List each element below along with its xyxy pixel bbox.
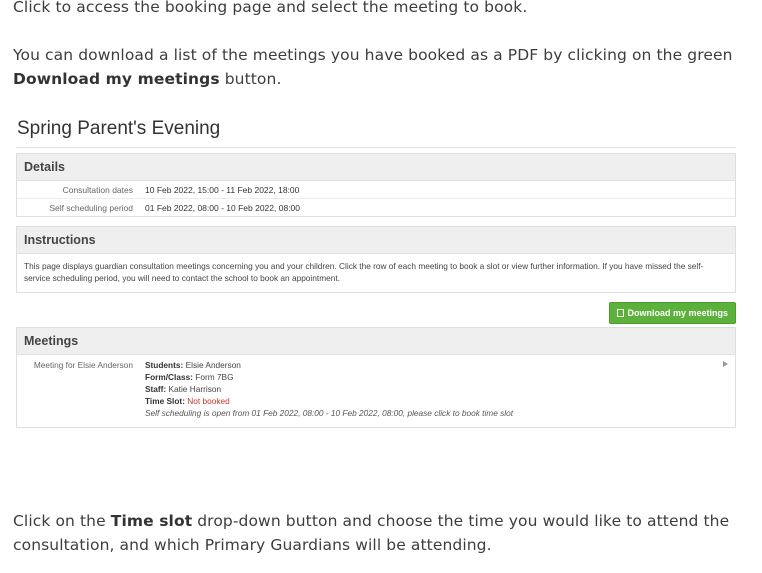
instructions-heading: Instructions: [17, 227, 735, 254]
detail-value: 01 Feb 2022, 08:00 - 10 Feb 2022, 08:00: [145, 202, 301, 213]
meeting-staff: Staff: Katie Harrison: [145, 383, 513, 395]
timeslot-key: Time Slot:: [145, 396, 185, 406]
intro-text: Click to access the booking page and sel…: [13, 0, 528, 16]
download-instruction-text: You can download a list of the meetings …: [13, 43, 753, 91]
download-button-label: Download my meetings: [627, 308, 728, 318]
detail-value: 10 Feb 2022, 15:00 - 11 Feb 2022, 18:00: [145, 184, 300, 195]
meetings-heading: Meetings: [17, 328, 735, 355]
form-value: Form 7BG: [195, 372, 234, 382]
meeting-form: Form/Class: Form 7BG: [145, 371, 513, 383]
instructions-section: Instructions This page displays guardian…: [16, 226, 736, 293]
details-section: Details Consultation dates 10 Feb 2022, …: [16, 153, 736, 217]
time-slot-instruction-text: Click on the Time slot drop-down button …: [13, 509, 753, 557]
detail-row-consultation-dates: Consultation dates 10 Feb 2022, 15:00 - …: [17, 181, 735, 199]
document-icon: [617, 309, 625, 317]
staff-value: Katie Harrison: [168, 384, 222, 394]
download-text-post: button.: [219, 70, 282, 88]
button-row: Download my meetings: [16, 302, 736, 324]
meeting-timeslot: Time Slot: Not booked: [145, 395, 513, 407]
detail-label: Consultation dates: [62, 184, 133, 195]
meeting-row[interactable]: Meeting for Elsie Anderson Students: Els…: [17, 355, 735, 427]
page-title: Spring Parent's Evening: [16, 112, 736, 148]
meeting-students: Students: Elsie Anderson: [145, 359, 513, 371]
bottom-text-bold: Time slot: [110, 512, 193, 530]
detail-label: Self scheduling period: [49, 202, 133, 213]
timeslot-value: Not booked: [187, 396, 230, 406]
download-my-meetings-button[interactable]: Download my meetings: [609, 302, 736, 324]
chevron-right-icon: [723, 361, 728, 367]
meeting-info: Students: Elsie Anderson Form/Class: For…: [145, 359, 513, 419]
download-text-bold: Download my meetings: [13, 70, 220, 88]
details-heading: Details: [17, 154, 735, 181]
meetings-section: Meetings Meeting for Elsie Anderson Stud…: [16, 327, 736, 428]
detail-row-self-scheduling: Self scheduling period 01 Feb 2022, 08:0…: [17, 199, 735, 216]
booking-panel: Spring Parent's Evening Details Consulta…: [16, 112, 736, 437]
staff-key: Staff:: [145, 384, 167, 394]
bottom-text-pre: Click on the: [13, 512, 111, 530]
self-scheduling-note: Self scheduling is open from 01 Feb 2022…: [145, 408, 514, 418]
instructions-text: This page displays guardian consultation…: [24, 261, 704, 283]
meeting-label: Meeting for Elsie Anderson: [33, 360, 133, 370]
students-value: Elsie Anderson: [185, 360, 241, 370]
form-key: Form/Class:: [145, 372, 193, 382]
download-text-pre: You can download a list of the meetings …: [13, 46, 733, 64]
students-key: Students:: [145, 360, 184, 370]
